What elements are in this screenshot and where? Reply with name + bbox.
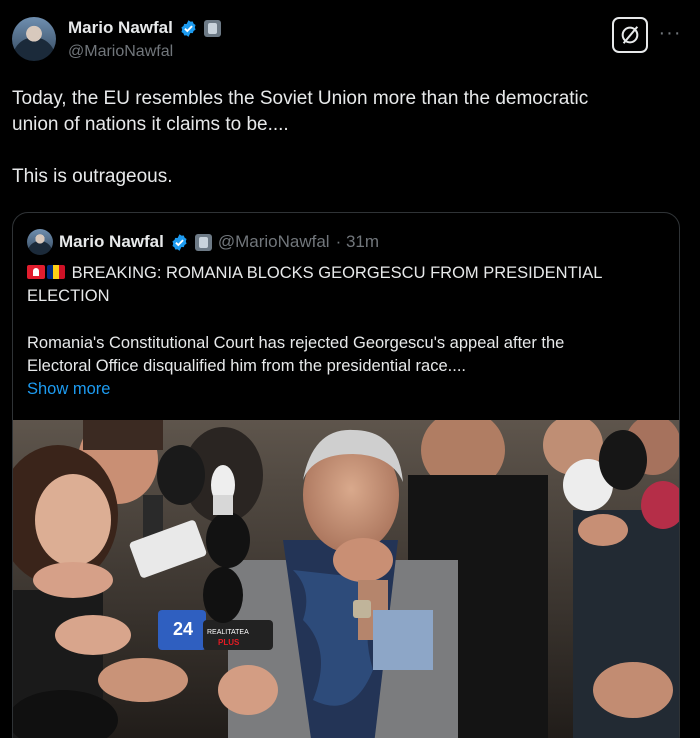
quoted-body-line: Romania's Constitutional Court has rejec… xyxy=(27,334,565,352)
author-handle[interactable]: @MarioNawfal xyxy=(68,43,173,61)
quoted-author-handle: @MarioNawfal xyxy=(217,232,330,251)
affiliate-badge-icon[interactable] xyxy=(203,19,221,37)
author-avatar[interactable] xyxy=(12,17,56,61)
quoted-headline-line: ELECTION xyxy=(27,287,110,305)
mic-flag-label: 24 xyxy=(173,619,193,639)
post-text-line: Today, the EU resembles the Soviet Union… xyxy=(12,88,589,109)
quoted-headline-line: BREAKING: ROMANIA BLOCKS GEORGESCU FROM … xyxy=(71,264,603,282)
grok-icon xyxy=(621,26,639,44)
author-name-row: Mario Nawfal xyxy=(68,18,221,38)
post-text-line: union of nations it claims to be.... xyxy=(12,114,289,135)
quoted-post-header: Mario Nawfal @MarioNawfal · 31m xyxy=(27,229,379,255)
quoted-author-avatar xyxy=(27,229,53,255)
more-icon: ··· xyxy=(658,22,682,44)
mic-flag-label: REALITATEA xyxy=(207,629,249,636)
quoted-post-photo[interactable]: 24 REALITATEA PLUS xyxy=(13,420,679,738)
romania-flag-emoji-icon xyxy=(47,265,65,279)
quoted-author-name: Mario Nawfal xyxy=(59,232,164,251)
press-scrum-photo: 24 REALITATEA PLUS xyxy=(13,420,679,738)
post-text-line: This is outrageous. xyxy=(12,166,173,187)
author-name[interactable]: Mario Nawfal xyxy=(68,18,173,38)
quoted-body-line: Electoral Office disqualified him from t… xyxy=(27,357,466,375)
siren-emoji-icon xyxy=(27,265,45,279)
verified-badge-icon xyxy=(181,19,196,37)
more-options-button[interactable]: ··· xyxy=(656,22,684,50)
quoted-post-time: · 31m xyxy=(335,232,380,251)
grok-button[interactable] xyxy=(612,17,648,53)
quoted-headline: BREAKING: ROMANIA BLOCKS GEORGESCU FROM … xyxy=(27,262,667,285)
show-more-link[interactable]: Show more xyxy=(27,378,667,401)
post-text: Today, the EU resembles the Soviet Union… xyxy=(12,86,682,190)
verified-badge-icon xyxy=(172,233,187,251)
quoted-post-text: BREAKING: ROMANIA BLOCKS GEORGESCU FROM … xyxy=(27,262,667,401)
mic-flag-label: PLUS xyxy=(218,638,240,647)
affiliate-badge-icon xyxy=(194,233,212,251)
quoted-post[interactable]: Mario Nawfal @MarioNawfal · 31m BREAKING… xyxy=(12,212,680,738)
